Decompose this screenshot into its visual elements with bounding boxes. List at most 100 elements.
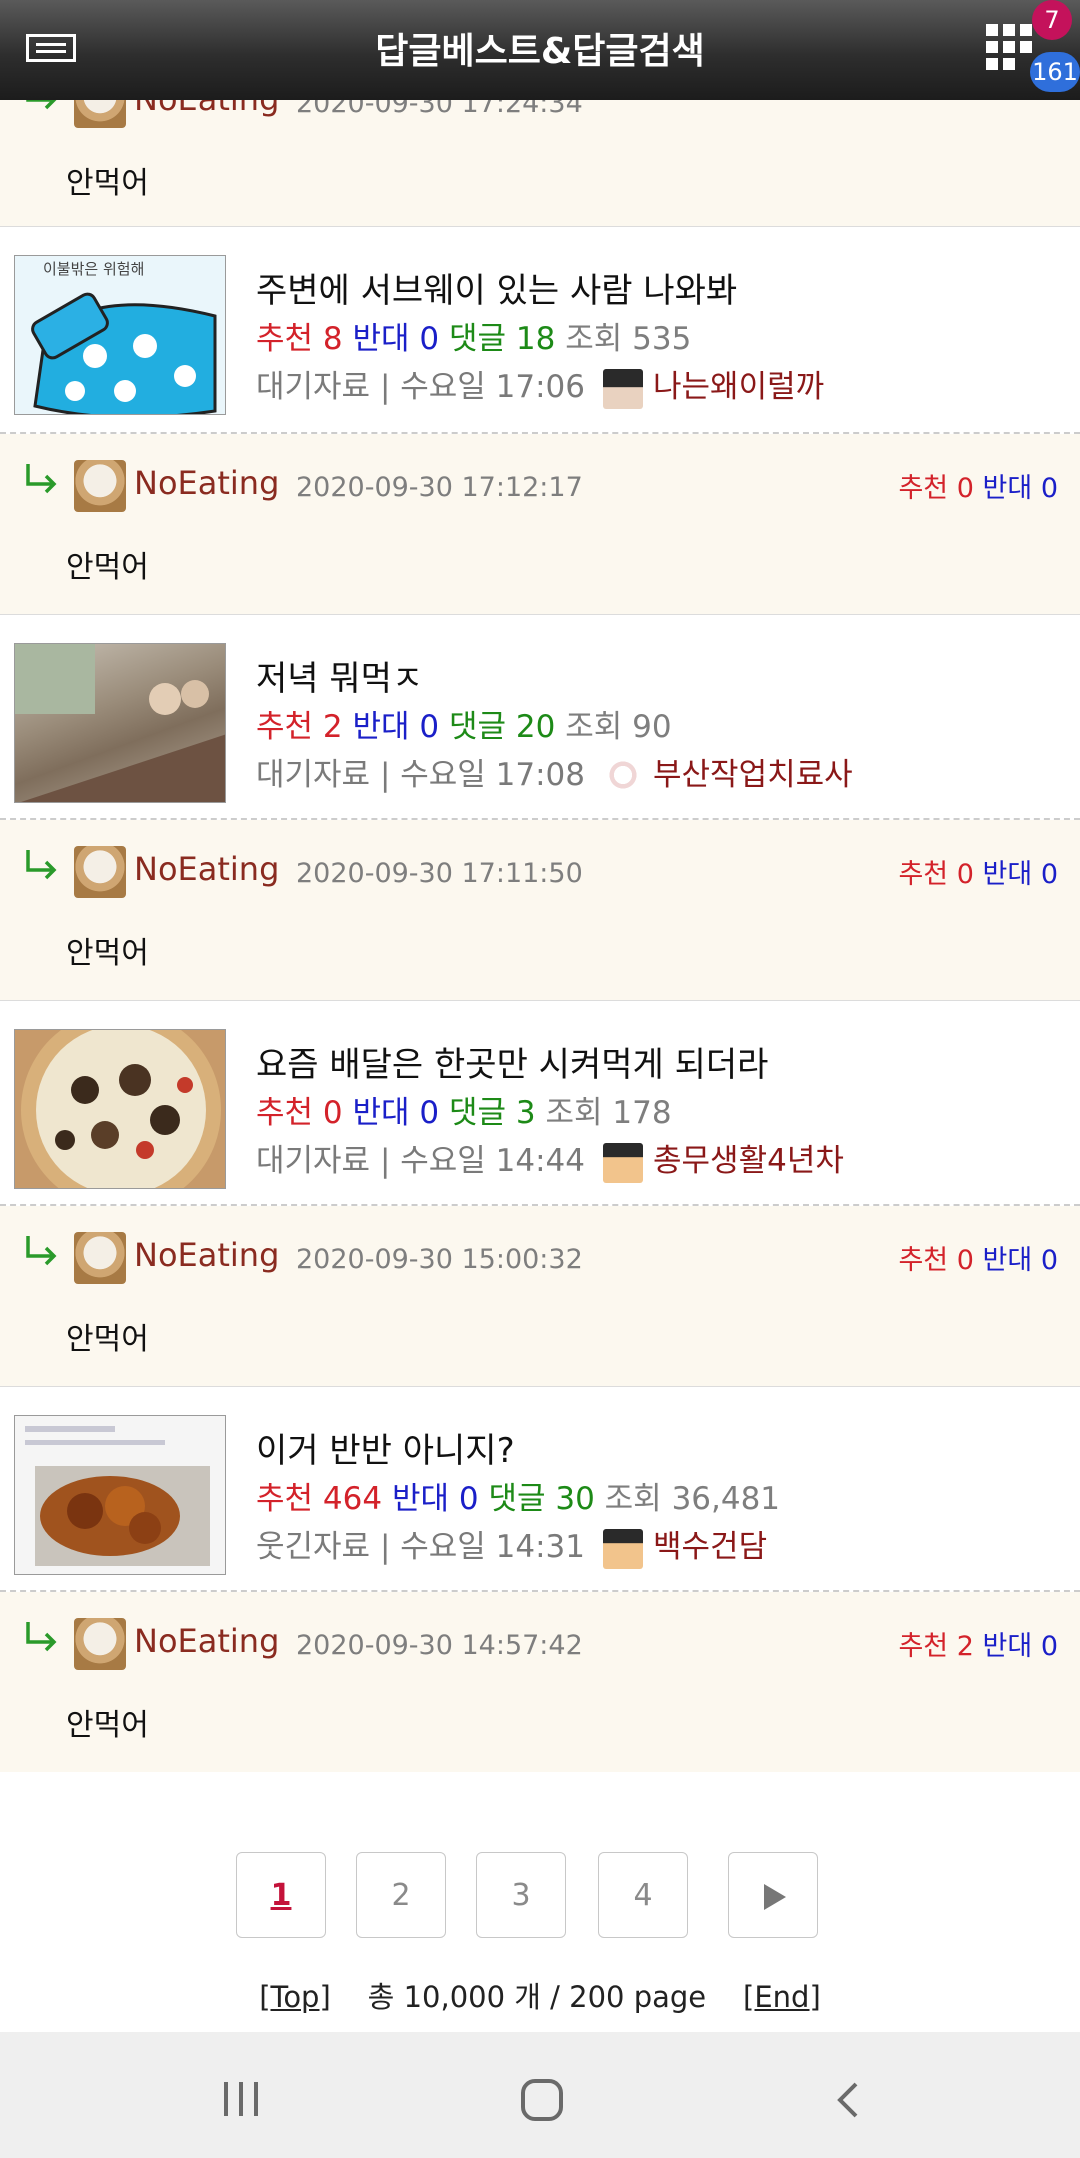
post-time: 수요일 14:31 [400,1529,586,1565]
page-button-3[interactable]: 3 [476,1852,566,1938]
post-meta: 대기자료 | 수요일 14:44 총무생활4년차 [256,1135,844,1183]
oppose-count: 0 [1040,1245,1058,1276]
post-category: 대기자료 [256,369,371,405]
comment-count: 30 [555,1481,595,1517]
oppose-label: 반대 [982,473,1033,504]
post-item[interactable]: 이불밖은 위험해 주변에 서브웨이 있는 사람 나와봐 추천 8 반대 0 댓글… [0,226,1080,433]
reply-author[interactable]: NoEating [134,1622,279,1660]
avatar[interactable] [74,846,126,898]
reply-date: 2020-09-30 15:00:32 [296,1244,583,1275]
page-button-4[interactable]: 4 [598,1852,688,1938]
post-author[interactable]: 백수건담 [653,1529,767,1565]
comment-count: 18 [515,321,556,357]
recommend-label: 추천 [898,859,949,890]
recommend-label: 추천 [898,473,949,504]
app-header: 답글베스트&답글검색 7 161 [0,0,1080,100]
reply-date: 2020-09-30 17:11:50 [296,858,583,889]
author-icon [603,756,644,797]
oppose-label: 반대 [352,1095,410,1131]
reply-votes: 추천 0 반대 0 [898,852,1058,891]
reply-votes: 추천 0 반대 0 [898,1238,1058,1277]
oppose-count: 0 [419,321,440,357]
reply-item: NoEating 2020-09-30 15:00:32 추천 0 반대 0 안… [0,1206,1080,1386]
post-category: 대기자료 [256,757,371,793]
post-thumbnail[interactable] [14,1029,226,1189]
reply-body: 안먹어 [66,166,149,201]
oppose-count: 0 [419,709,440,745]
post-thumbnail[interactable] [14,643,226,803]
avatar[interactable] [74,1232,126,1284]
avatar[interactable] [74,1618,126,1670]
top-link[interactable]: [Top] [259,1980,331,2014]
recommend-label: 추천 [256,1481,314,1517]
reply-author[interactable]: NoEating [134,850,279,888]
post-stats: 추천 464 반대 0 댓글 30 조회 36,481 [256,1473,780,1518]
comment-label: 댓글 [449,1095,507,1131]
notification-badge[interactable]: 7 [1032,0,1072,40]
thumbnail-caption: 이불밖은 위험해 [43,260,145,278]
view-label: 조회 [545,1095,603,1131]
post-title[interactable]: 주변에 서브웨이 있는 사람 나와봐 [256,263,737,312]
post-thumbnail[interactable]: 이불밖은 위험해 [14,255,226,415]
end-link[interactable]: [End] [743,1980,821,2014]
reply-votes: 추천 2 반대 0 [898,1624,1058,1663]
comment-count: 3 [515,1095,536,1131]
recommend-count: 464 [322,1481,383,1517]
author-icon [603,1528,644,1569]
pagination: 1 2 3 4 [0,1852,1080,1942]
back-icon[interactable] [828,2080,868,2120]
reply-arrow-icon [26,1236,57,1266]
pizza-photo [21,1030,221,1188]
recommend-count: 0 [322,1095,343,1131]
recommend-count: 0 [956,859,974,890]
view-count: 535 [632,321,692,357]
oppose-count: 0 [1040,859,1058,890]
post-title[interactable]: 저녁 뭐먹ㅈ [256,651,423,700]
page-button-1[interactable]: 1 [236,1852,326,1938]
total-summary: 총 10,000 개 / 200 page [367,1980,707,2014]
play-icon [764,1883,786,1910]
post-item[interactable]: 저녁 뭐먹ㅈ 추천 2 반대 0 댓글 20 조회 90 대기자료 | 수요일 … [0,614,1080,819]
view-label: 조회 [565,709,623,745]
recent-apps-icon[interactable] [222,2080,262,2120]
view-label: 조회 [565,321,623,357]
reply-date: 2020-09-30 14:57:42 [296,1630,583,1661]
post-thumbnail[interactable] [14,1415,226,1575]
apps-grid-icon[interactable] [984,22,1034,72]
recommend-count: 8 [322,321,343,357]
post-item[interactable]: 이거 반반 아니지? 추천 464 반대 0 댓글 30 조회 36,481 웃… [0,1386,1080,1591]
footer-nav: [Top] 총 10,000 개 / 200 page [End] [0,1974,1080,2016]
home-icon[interactable] [520,2078,564,2122]
reply-arrow-icon [26,850,57,880]
count-badge[interactable]: 161 [1030,52,1080,92]
page-title: 답글베스트&답글검색 [375,31,705,72]
post-title[interactable]: 이거 반반 아니지? [256,1423,515,1472]
post-stats: 추천 0 반대 0 댓글 3 조회 178 [256,1087,672,1132]
oppose-count: 0 [419,1095,440,1131]
post-author[interactable]: 총무생활4년차 [653,1143,844,1179]
recommend-label: 추천 [256,709,314,745]
recommend-count: 2 [322,709,343,745]
view-count: 90 [632,709,672,745]
post-author[interactable]: 나는왜이럴까 [653,369,824,405]
reply-body: 안먹어 [66,1322,149,1357]
comment-count: 20 [515,709,556,745]
reply-date: 2020-09-30 17:12:17 [296,472,583,503]
reply-author[interactable]: NoEating [134,464,279,502]
view-count: 36,481 [671,1481,781,1517]
page-button-2[interactable]: 2 [356,1852,446,1938]
avatar[interactable] [74,460,126,512]
photo-placeholder [15,644,225,802]
post-title[interactable]: 요즘 배달은 한곳만 시켜먹게 되더라 [256,1037,768,1086]
reply-arrow-icon [26,1622,57,1652]
post-time: 수요일 17:06 [400,369,586,405]
comment-label: 댓글 [449,709,507,745]
reply-item: NoEating 2020-09-30 17:12:17 추천 0 반대 0 안… [0,434,1080,614]
post-item[interactable]: 요즘 배달은 한곳만 시켜먹게 되더라 추천 0 반대 0 댓글 3 조회 17… [0,1000,1080,1205]
view-count: 178 [612,1095,672,1131]
next-page-button[interactable] [728,1852,818,1938]
recommend-label: 추천 [256,1095,314,1131]
post-author[interactable]: 부산작업치료사 [653,757,853,793]
reply-author[interactable]: NoEating [134,1236,279,1274]
reply-item: NoEating 2020-09-30 14:57:42 추천 2 반대 0 안… [0,1592,1080,1772]
